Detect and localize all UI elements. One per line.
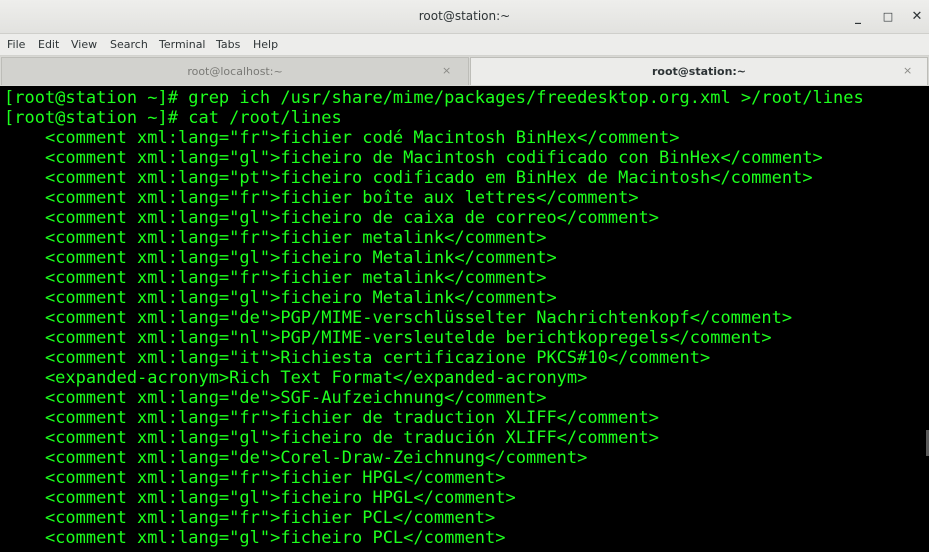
terminal-line: [root@station ~]# grep ich /usr/share/mi…	[4, 88, 864, 108]
terminal-line: <comment xml:lang="gl">ficheiro de Macin…	[4, 148, 823, 168]
terminal-line: <comment xml:lang="gl">ficheiro de tradu…	[4, 428, 660, 448]
terminal-line: <comment xml:lang="fr">fichier PCL</comm…	[4, 508, 496, 528]
menu-tabs[interactable]: Tabs	[216, 38, 240, 51]
terminal-line: <comment xml:lang="fr">fichier codé Maci…	[4, 128, 680, 148]
tab-label: root@localhost:~	[187, 65, 283, 78]
menu-bar: File Edit View Search Terminal Tabs Help	[0, 34, 929, 56]
menu-help[interactable]: Help	[253, 38, 278, 51]
terminal-line: <comment xml:lang="fr">fichier HPGL</com…	[4, 468, 506, 488]
terminal-line: <comment xml:lang="de">SGF-Aufzeichnung<…	[4, 388, 547, 408]
terminal-line: <comment xml:lang="de">Corel-Draw-Zeichn…	[4, 448, 588, 468]
terminal-line: <comment xml:lang="gl">ficheiro PCL</com…	[4, 528, 506, 548]
minimize-icon[interactable]: _	[848, 7, 868, 27]
terminal-line: <comment xml:lang="fr">fichier metalink<…	[4, 228, 547, 248]
terminal-window: root@station:~ _ □ ✕ File Edit View Sear…	[0, 0, 929, 552]
window-title: root@station:~	[418, 9, 511, 23]
terminal-line: <expanded-acronym>Rich Text Format</expa…	[4, 368, 588, 388]
terminal-line: <comment xml:lang="pt">ficheiro codifica…	[4, 168, 813, 188]
terminal-line: <comment xml:lang="fr">fichier boîte aux…	[4, 188, 639, 208]
tab-close-icon[interactable]: ×	[442, 64, 451, 77]
menu-file[interactable]: File	[7, 38, 25, 51]
terminal-line: <comment xml:lang="de">PGP/MIME-verschlü…	[4, 308, 793, 328]
tab-bar: root@localhost:~ × root@station:~ ×	[0, 56, 929, 86]
terminal-line: <comment xml:lang="gl">ficheiro Metalink…	[4, 288, 557, 308]
terminal-output[interactable]: [root@station ~]# grep ich /usr/share/mi…	[0, 86, 929, 552]
menu-terminal[interactable]: Terminal	[159, 38, 206, 51]
tab-root-station[interactable]: root@station:~ ×	[470, 57, 928, 85]
terminal-line: <comment xml:lang="nl">PGP/MIME-versleut…	[4, 328, 772, 348]
maximize-icon[interactable]: □	[878, 7, 898, 27]
terminal-line: <comment xml:lang="it">Richiesta certifi…	[4, 348, 711, 368]
terminal-line: [root@station ~]# cat /root/lines	[4, 108, 342, 128]
menu-view[interactable]: View	[71, 38, 97, 51]
menu-edit[interactable]: Edit	[38, 38, 59, 51]
title-bar[interactable]: root@station:~ _ □ ✕	[0, 0, 929, 34]
menu-search[interactable]: Search	[110, 38, 148, 51]
terminal-line: <comment xml:lang="gl">ficheiro HPGL</co…	[4, 488, 516, 508]
tab-label: root@station:~	[651, 65, 747, 78]
terminal-line: <comment xml:lang="gl">ficheiro de caixa…	[4, 208, 660, 228]
terminal-scrollbar[interactable]	[925, 86, 929, 552]
tab-close-icon[interactable]: ×	[903, 64, 912, 77]
terminal-line: <comment xml:lang="gl">ficheiro Metalink…	[4, 248, 557, 268]
close-icon[interactable]: ✕	[907, 7, 927, 27]
terminal-line: <comment xml:lang="fr">fichier metalink<…	[4, 268, 547, 288]
terminal-line: <comment xml:lang="fr">fichier de traduc…	[4, 408, 660, 428]
tab-root-localhost[interactable]: root@localhost:~ ×	[1, 57, 469, 85]
